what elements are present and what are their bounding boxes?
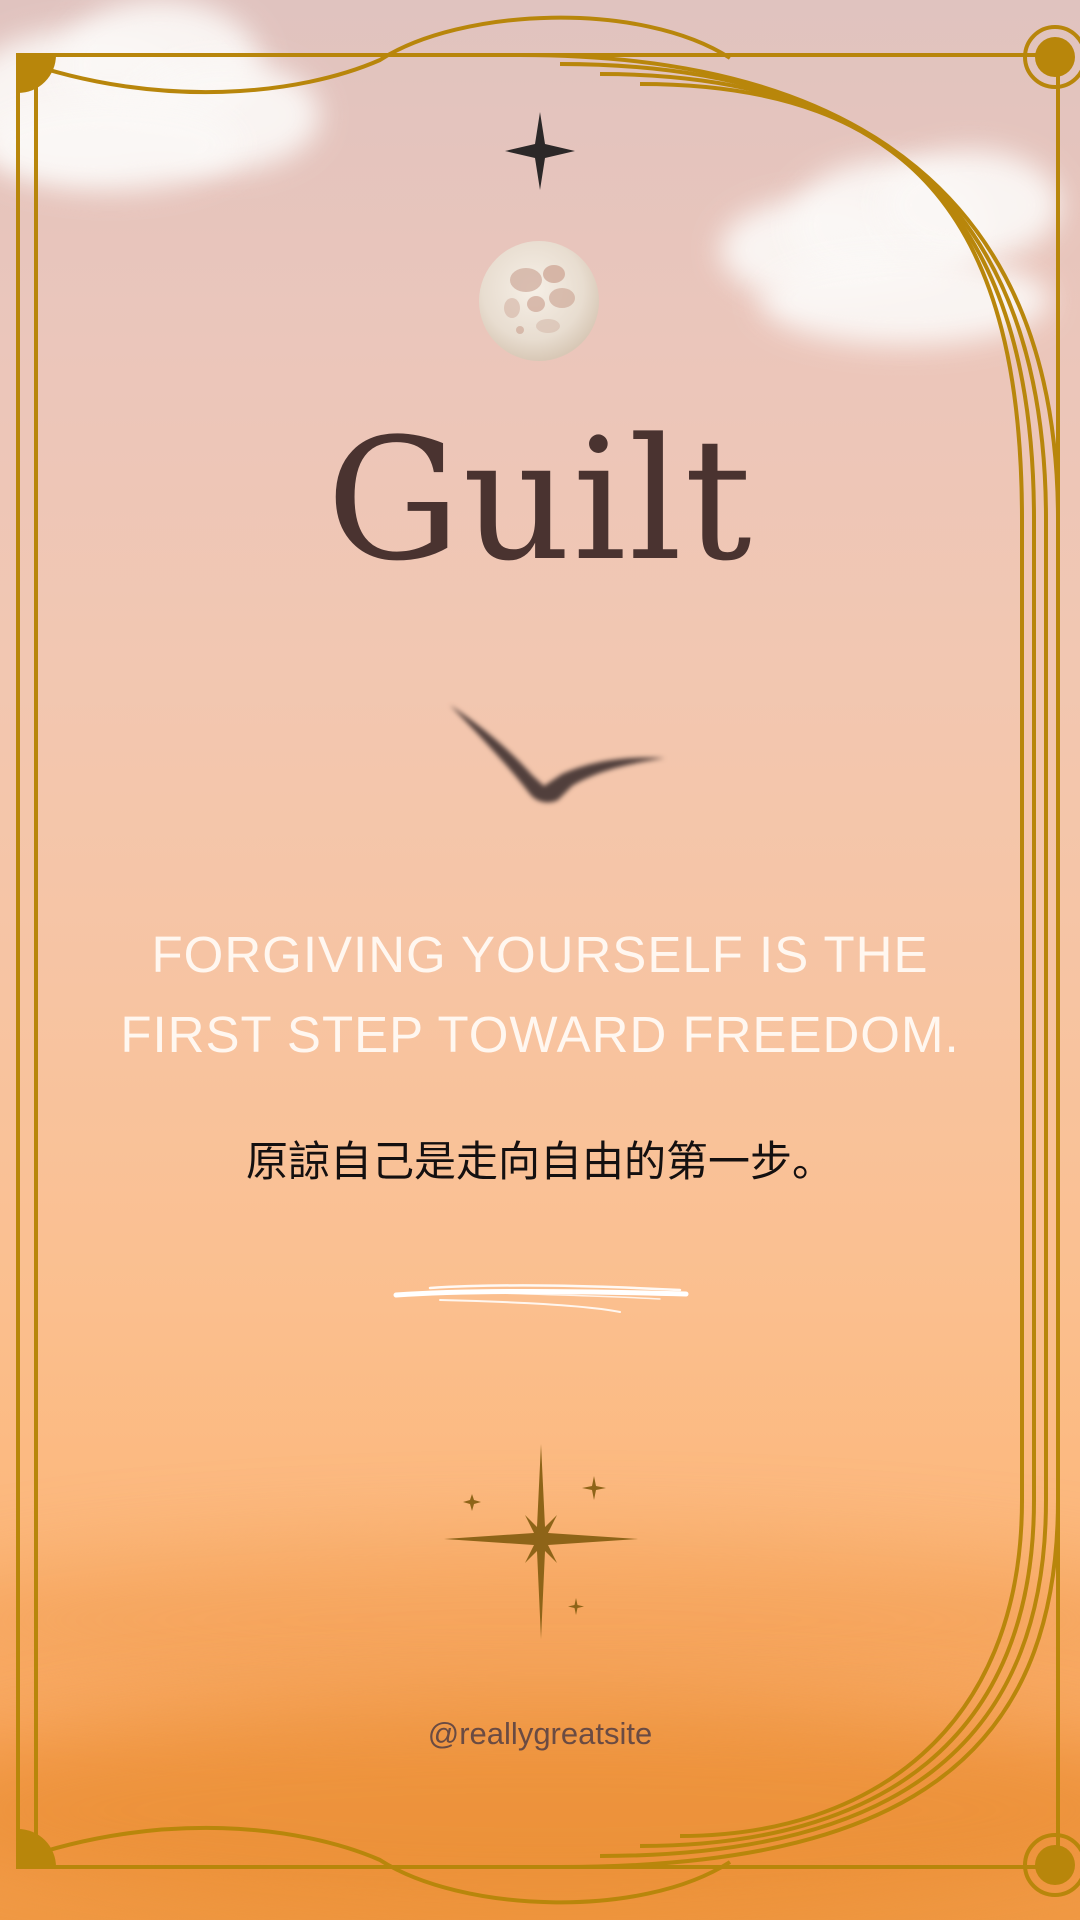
poster-background: Guilt FORGIVING YOURSELF IS THE FIRST ST… [0, 0, 1080, 1920]
gold-frame [16, 15, 1080, 1905]
